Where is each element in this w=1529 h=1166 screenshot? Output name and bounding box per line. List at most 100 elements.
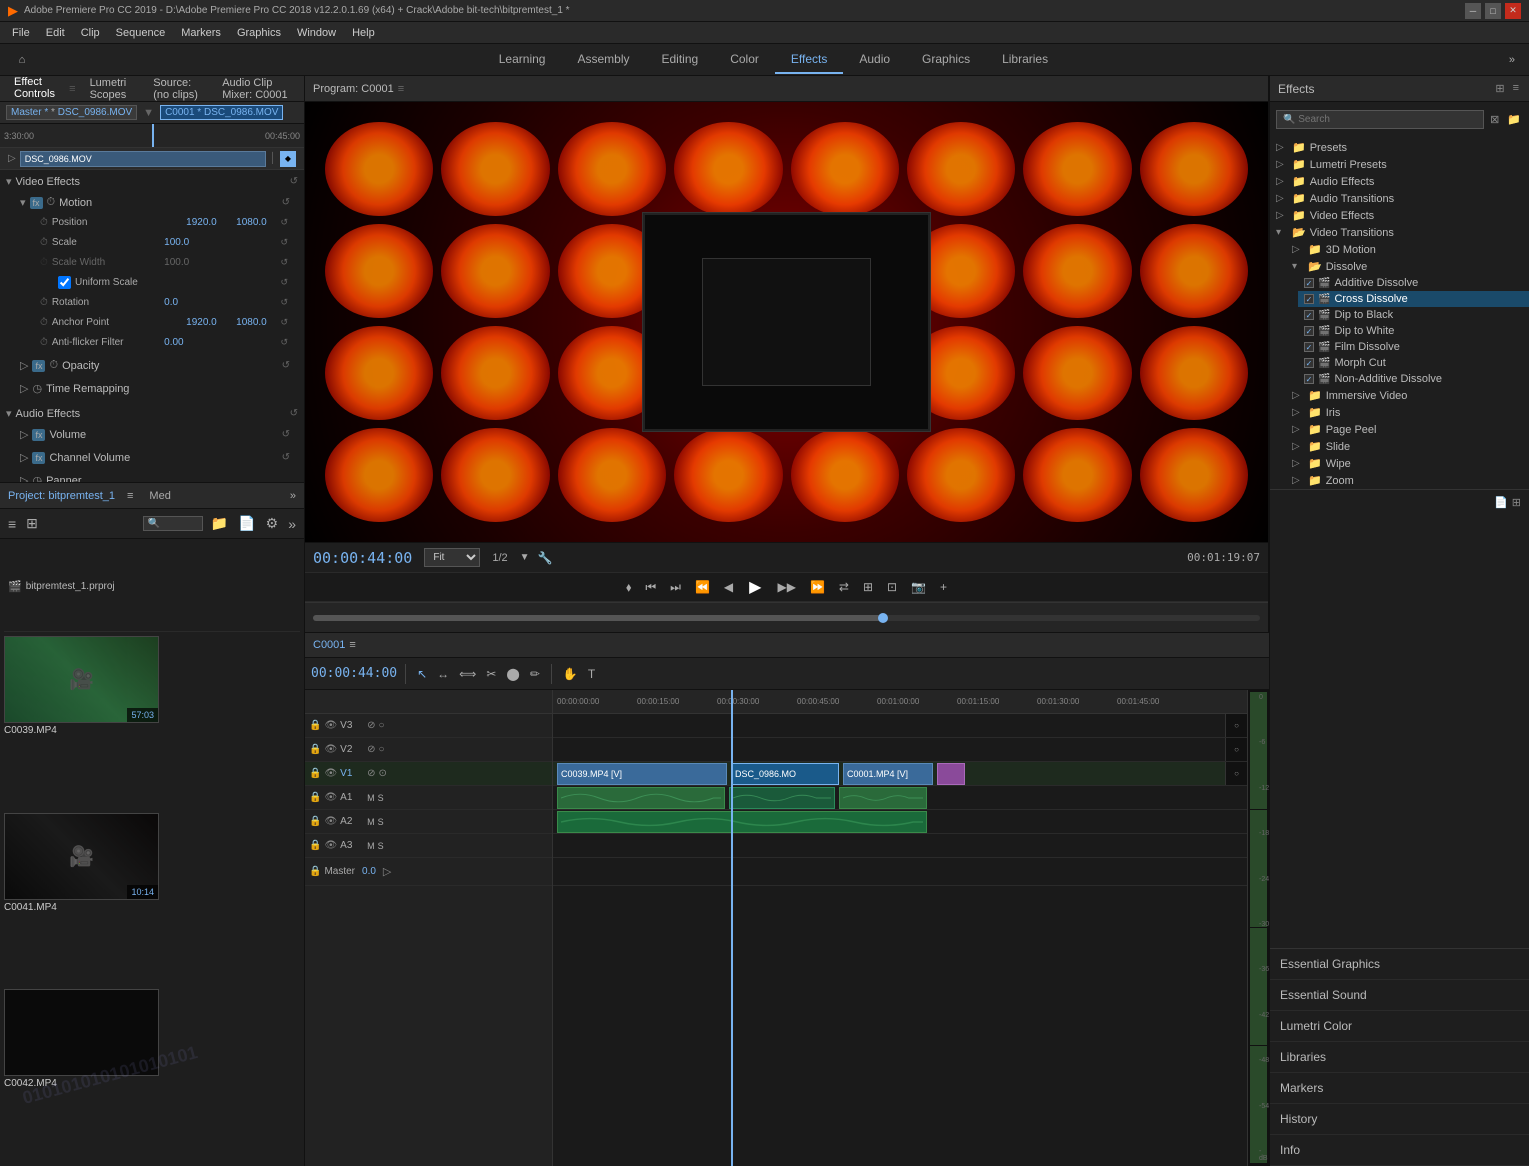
track-lock-master[interactable]: 🔒 xyxy=(309,866,321,877)
tab-effect-controls[interactable]: Effect Controls xyxy=(8,74,61,104)
project-thumbnail-c0041[interactable]: 🎥 10:14 xyxy=(4,813,159,900)
list-item[interactable]: 🎥 57:03 C0039.MP4 xyxy=(4,636,159,809)
tree-item-lumetri-presets[interactable]: ▷ 📁 Lumetri Presets xyxy=(1270,156,1529,173)
position-x[interactable]: 1920.0 xyxy=(176,217,226,228)
anchor-stopwatch[interactable]: ⏱ xyxy=(40,317,48,328)
tree-item-zoom[interactable]: ▷ 📁 Zoom xyxy=(1286,472,1529,489)
channel-volume-header[interactable]: ▷ fx Channel Volume ↺ xyxy=(16,448,296,467)
wrench-icon[interactable]: 🔧 xyxy=(534,549,557,567)
rotation-value[interactable]: 0.0 xyxy=(164,297,276,308)
project-search[interactable] xyxy=(143,516,203,531)
a1-clip-2[interactable] xyxy=(729,787,835,809)
menu-window[interactable]: Window xyxy=(289,25,344,41)
track-lock-a3[interactable]: 🔒 xyxy=(309,840,321,851)
info-item[interactable]: Info xyxy=(1270,1135,1529,1166)
checkbox-dip-to-white[interactable]: ✓ xyxy=(1304,326,1314,336)
program-timecode[interactable]: 00:00:44:00 xyxy=(313,549,412,567)
effects-search-input[interactable] xyxy=(1276,110,1484,129)
selection-tool[interactable]: ↖ xyxy=(414,664,430,684)
mute-a2[interactable]: M xyxy=(367,817,375,827)
razor-tool[interactable]: ✂ xyxy=(483,664,499,684)
motion-stopwatch[interactable]: ⏱ xyxy=(47,196,56,209)
track-lock-a2[interactable]: 🔒 xyxy=(309,816,321,827)
scale-width-reset[interactable]: ↺ xyxy=(280,257,288,268)
uniform-scale-checkbox[interactable] xyxy=(58,276,71,289)
safe-margins-btn[interactable]: ⊞ xyxy=(859,578,877,596)
tree-item-video-effects[interactable]: ▷ 📁 Video Effects xyxy=(1270,207,1529,224)
checkbox-cross-dissolve[interactable]: ✓ xyxy=(1304,294,1314,304)
tree-item-audio-transitions[interactable]: ▷ 📁 Audio Transitions xyxy=(1270,190,1529,207)
workspace-more[interactable]: » xyxy=(1503,50,1521,70)
eye-v1[interactable]: 👁 xyxy=(324,768,337,779)
timeline-timecode[interactable]: 00:00:44:00 xyxy=(311,666,397,681)
target-v1[interactable]: ⊙ xyxy=(379,768,387,779)
v1-clip-c0001[interactable]: C0001.MP4 [V] xyxy=(843,763,933,785)
target-v2[interactable]: ○ xyxy=(379,744,385,755)
proj-settings[interactable]: ⚙ xyxy=(264,513,281,534)
tree-item-slide[interactable]: ▷ 📁 Slide xyxy=(1286,438,1529,455)
tree-item-film-dissolve[interactable]: ✓ 🎬 Film Dissolve xyxy=(1298,339,1529,355)
eye-a2[interactable]: 👁 xyxy=(324,816,337,827)
anchor-y[interactable]: 1080.0 xyxy=(226,317,276,328)
track-lock-a1[interactable]: 🔒 xyxy=(309,792,321,803)
tree-item-cross-dissolve[interactable]: ✓ 🎬 Cross Dissolve xyxy=(1298,291,1529,307)
essential-sound-item[interactable]: Essential Sound xyxy=(1270,980,1529,1011)
libraries-item[interactable]: Libraries xyxy=(1270,1042,1529,1073)
text-tool[interactable]: T xyxy=(585,664,598,684)
menu-file[interactable]: File xyxy=(4,25,38,41)
master-value[interactable]: 0.0 xyxy=(362,866,376,877)
master-expand[interactable]: ▷ xyxy=(383,865,391,878)
menu-help[interactable]: Help xyxy=(344,25,383,41)
export-frame-btn[interactable]: 📷 xyxy=(907,578,930,596)
checkbox-non-additive-dissolve[interactable]: ✓ xyxy=(1304,374,1314,384)
effects-list-view[interactable]: 📄 xyxy=(1492,494,1510,511)
antiflicker-reset[interactable]: ↺ xyxy=(280,337,288,348)
close-button[interactable]: ✕ xyxy=(1505,3,1521,19)
position-reset[interactable]: ↺ xyxy=(280,217,288,228)
track-lock-v1[interactable]: 🔒 xyxy=(309,768,321,779)
tab-audio-clip-mixer[interactable]: Audio Clip Mixer: C0001 xyxy=(216,75,296,103)
fraction-arrow[interactable]: ▼ xyxy=(520,552,530,563)
project-thumbnail-c0039[interactable]: 🎥 57:03 xyxy=(4,636,159,723)
solo-a3[interactable]: S xyxy=(378,841,384,851)
tab-assembly[interactable]: Assembly xyxy=(561,46,645,74)
tab-effects[interactable]: Effects xyxy=(775,46,843,74)
eye-a1[interactable]: 👁 xyxy=(324,792,337,803)
proj-new-folder[interactable]: 📁 xyxy=(209,513,230,534)
tree-item-immersive-video[interactable]: ▷ 📁 Immersive Video xyxy=(1286,387,1529,404)
tree-item-dip-to-white[interactable]: ✓ 🎬 Dip to White xyxy=(1298,323,1529,339)
menu-edit[interactable]: Edit xyxy=(38,25,73,41)
go-to-out-btn[interactable]: ⏩ xyxy=(806,578,829,596)
tab-audio[interactable]: Audio xyxy=(843,46,906,74)
video-effects-reset[interactable]: ↺ xyxy=(290,176,298,187)
lumetri-color-item[interactable]: Lumetri Color xyxy=(1270,1011,1529,1042)
tab-source[interactable]: Source: (no clips) xyxy=(147,75,208,103)
a2-clip[interactable] xyxy=(557,811,927,833)
motion-header[interactable]: ▾ fx ⏱ Motion ↺ xyxy=(16,193,296,212)
effects-icon-view[interactable]: ⊞ xyxy=(1510,494,1523,511)
track-lock-v2[interactable]: 🔒 xyxy=(309,744,321,755)
sync-v2[interactable]: ⊘ xyxy=(367,744,375,755)
position-stopwatch[interactable]: ⏱ xyxy=(40,217,48,228)
add-btn[interactable]: + xyxy=(936,578,951,596)
rotation-stopwatch[interactable]: ⏱ xyxy=(40,297,48,308)
rotation-reset[interactable]: ↺ xyxy=(280,297,288,308)
tree-item-iris[interactable]: ▷ 📁 Iris xyxy=(1286,404,1529,421)
list-item[interactable]: 🎥 10:14 C0041.MP4 xyxy=(4,813,159,986)
maximize-button[interactable]: □ xyxy=(1485,3,1501,19)
minimize-button[interactable]: ─ xyxy=(1465,3,1481,19)
add-marker-btn[interactable]: ⬧ xyxy=(622,578,635,597)
active-clip-selector[interactable]: C0001 * DSC_0986.MOV xyxy=(160,105,283,120)
audio-effects-header[interactable]: ▾ Audio Effects ↺ xyxy=(0,404,304,423)
channel-volume-reset[interactable]: ↺ xyxy=(282,452,290,463)
title-bar-controls[interactable]: ─ □ ✕ xyxy=(1465,3,1521,19)
target-v3[interactable]: ○ xyxy=(379,720,385,731)
timeline-menu[interactable]: ≡ xyxy=(349,639,355,651)
opacity-header[interactable]: ▷ fx ⏱ Opacity ↺ xyxy=(16,356,296,375)
tab-lumetri-scopes[interactable]: Lumetri Scopes xyxy=(84,75,140,103)
master-clip-selector[interactable]: Master * * DSC_0986.MOV xyxy=(6,105,137,120)
eye-a3[interactable]: 👁 xyxy=(324,840,337,851)
volume-header[interactable]: ▷ fx Volume ↺ xyxy=(16,425,296,444)
proj-new-item[interactable]: 📄 xyxy=(236,513,257,534)
opacity-reset[interactable]: ↺ xyxy=(282,360,290,371)
